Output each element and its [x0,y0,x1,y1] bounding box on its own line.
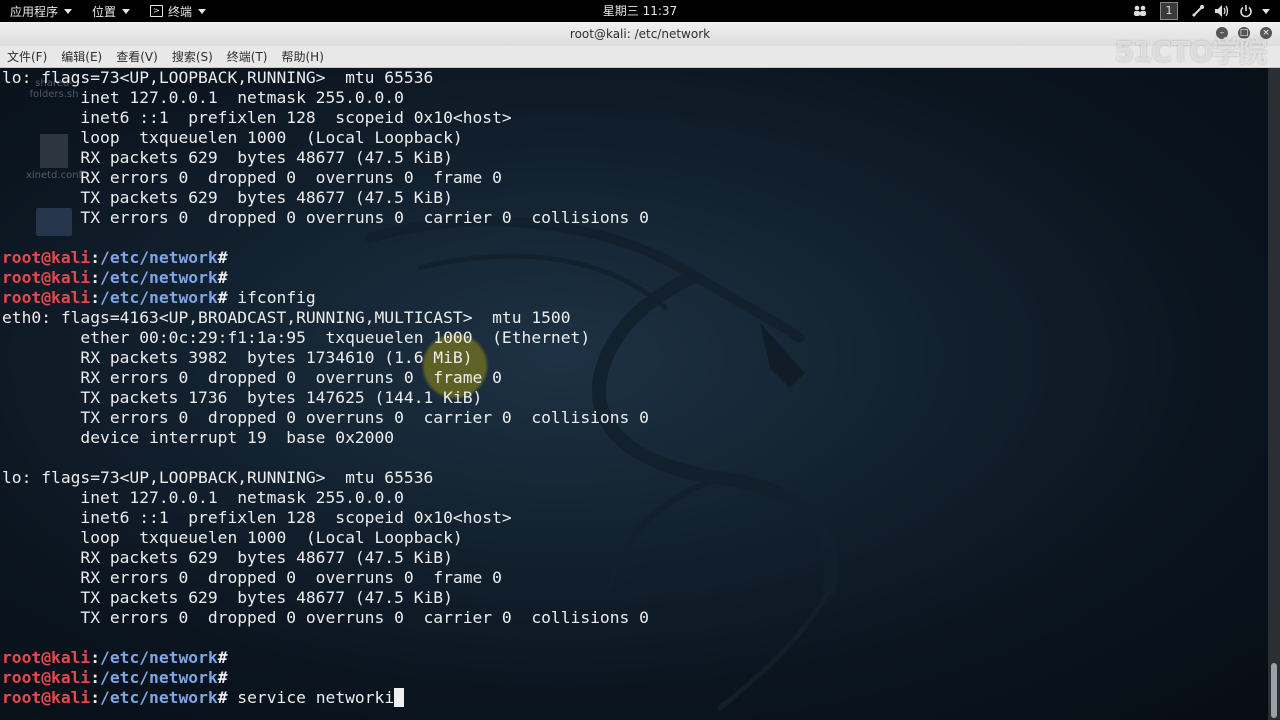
chevron-down-icon [198,8,207,14]
prompt-symbol: # [217,288,228,307]
menu-terminal[interactable]: 终端(T) [220,48,275,65]
places-menu[interactable]: 位置 [82,0,140,22]
prompt-separator: : [90,668,101,687]
prompt-path: /etc/network [100,688,218,707]
prompt-symbol: # [217,648,228,667]
prompt-user: root@kali [2,268,91,287]
prompt-path: /etc/network [100,648,218,667]
output-line: lo: flags=73<UP,LOOPBACK,RUNNING> mtu 65… [2,468,434,487]
workspace-indicator[interactable]: 1 [1152,0,1186,22]
prompt-path: /etc/network [100,248,218,267]
chevron-down-icon [122,8,131,14]
output-line: inet6 ::1 prefixlen 128 scopeid 0x10<hos… [2,508,512,527]
prompt-separator: : [90,288,101,307]
chevron-down-icon[interactable] [1258,0,1274,22]
menu-search[interactable]: 搜索(S) [165,48,220,65]
applications-menu-label: 应用程序 [10,4,59,19]
output-line: RX packets 629 bytes 48677 (47.5 KiB) [2,148,453,167]
volume-icon[interactable] [1210,0,1234,22]
panel-left: 应用程序 位置 > 终端 [0,0,216,22]
prompt-line: root@kali:/etc/network# [2,248,649,268]
output-line: TX errors 0 dropped 0 overruns 0 carrier… [2,408,649,427]
watermark-logo: 51CTO学院 [1114,35,1267,68]
output-line: device interrupt 19 base 0x2000 [2,428,395,447]
chevron-down-icon [64,8,73,14]
prompt-symbol: # [217,248,228,267]
prompt-line: root@kali:/etc/network# [2,668,649,688]
network-icon[interactable] [1186,0,1210,22]
prompt-symbol: # [217,668,228,687]
prompt-line: root@kali:/etc/network# service networki [2,688,649,708]
power-icon[interactable] [1234,0,1258,22]
terminal-view[interactable]: shared- folders.sh xinetd.conf lo: flags… [0,68,1268,720]
terminal-app-menu[interactable]: > 终端 [140,0,216,22]
prompt-line: root@kali:/etc/network# ifconfig [2,288,649,308]
output-line: inet6 ::1 prefixlen 128 scopeid 0x10<hos… [2,108,512,127]
menu-help[interactable]: 帮助(H) [275,48,331,65]
command-text: ifconfig [227,288,316,307]
prompt-line: root@kali:/etc/network# [2,268,649,288]
output-line: TX packets 629 bytes 48677 (47.5 KiB) [2,188,453,207]
prompt-path: /etc/network [100,288,218,307]
scrollbar-thumb[interactable] [1271,663,1277,718]
workspace-number: 1 [1160,2,1178,20]
output-line: ether 00:0c:29:f1:1a:95 txqueuelen 1000 … [2,328,591,347]
output-line: loop txqueuelen 1000 (Local Loopback) [2,528,463,547]
prompt-user: root@kali [2,688,91,707]
places-menu-label: 位置 [92,4,117,19]
output-line: inet 127.0.0.1 netmask 255.0.0.0 [2,88,404,107]
prompt-path: /etc/network [100,268,218,287]
prompt-symbol: # [217,688,228,707]
prompt-symbol: # [217,268,228,287]
prompt-separator: : [90,648,101,667]
prompt-user: root@kali [2,668,91,687]
prompt-separator: : [90,268,101,287]
applications-menu[interactable]: 应用程序 [0,0,82,22]
output-line: TX packets 629 bytes 48677 (47.5 KiB) [2,588,453,607]
prompt-path: /etc/network [100,668,218,687]
prompt-separator: : [90,248,101,267]
output-line: loop txqueuelen 1000 (Local Loopback) [2,128,463,147]
prompt-user: root@kali [2,288,91,307]
terminal-scrollbar[interactable] [1268,68,1280,720]
prompt-user: root@kali [2,648,91,667]
output-line: RX errors 0 dropped 0 overruns 0 frame 0 [2,168,502,187]
text-cursor [394,688,405,707]
terminal-app-menu-label: 终端 [168,4,193,19]
menu-view[interactable]: 查看(V) [109,48,165,65]
output-line: TX errors 0 dropped 0 overruns 0 carrier… [2,208,649,227]
window-titlebar[interactable]: root@kali: /etc/network – □ × [0,22,1280,46]
output-line: RX packets 629 bytes 48677 (47.5 KiB) [2,548,453,567]
prompt-line: root@kali:/etc/network# [2,648,649,668]
output-line: eth0: flags=4163<UP,BROADCAST,RUNNING,MU… [2,308,571,327]
top-panel: 应用程序 位置 > 终端 星期三 11:37 1 [0,0,1280,22]
prompt-user: root@kali [2,248,91,267]
menu-edit[interactable]: 编辑(E) [54,48,109,65]
terminal-output: lo: flags=73<UP,LOOPBACK,RUNNING> mtu 65… [2,68,649,708]
menu-file[interactable]: 文件(F) [0,48,54,65]
output-line: RX errors 0 dropped 0 overruns 0 frame 0 [2,368,502,387]
output-line: TX packets 1736 bytes 147625 (144.1 KiB) [2,388,483,407]
output-line: lo: flags=73<UP,LOOPBACK,RUNNING> mtu 65… [2,68,434,87]
terminal-icon: > [150,5,164,17]
output-line: inet 127.0.0.1 netmask 255.0.0.0 [2,488,404,507]
system-tray: 1 [1128,0,1274,22]
menubar: 文件(F) 编辑(E) 查看(V) 搜索(S) 终端(T) 帮助(H) [0,46,1280,68]
output-line: TX errors 0 dropped 0 overruns 0 carrier… [2,608,649,627]
output-line: RX errors 0 dropped 0 overruns 0 frame 0 [2,568,502,587]
window-title: root@kali: /etc/network [569,27,711,41]
users-icon[interactable] [1128,0,1152,22]
command-text: service networki [227,688,395,707]
prompt-separator: : [90,688,101,707]
output-line: RX packets 3982 bytes 1734610 (1.6 MiB) [2,348,473,367]
